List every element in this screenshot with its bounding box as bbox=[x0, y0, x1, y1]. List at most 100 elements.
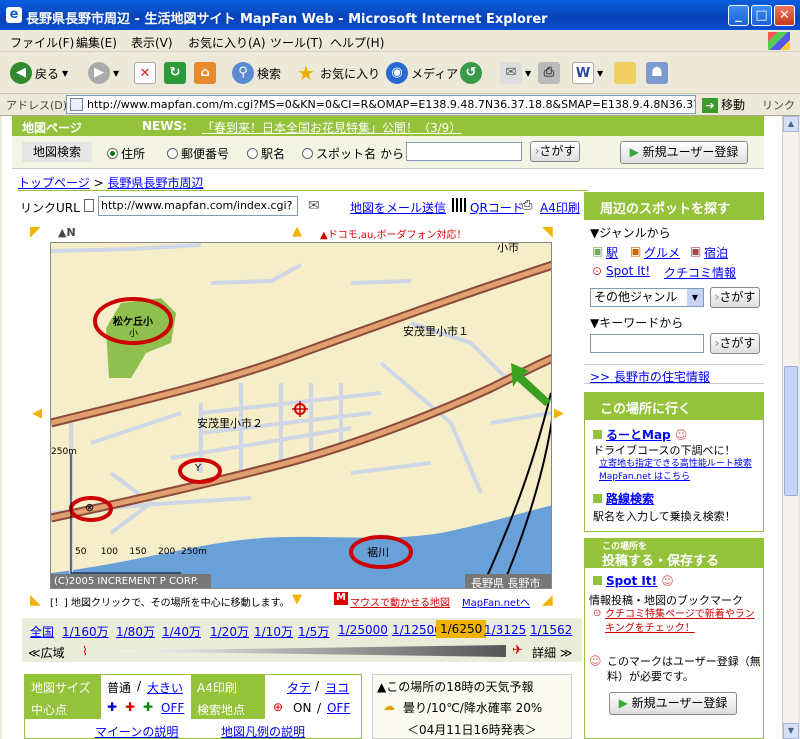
map-hint: [！] 地図クリックで、その場所を中心に移動します。 bbox=[50, 598, 290, 609]
favorites-button[interactable]: ★ お気に入り bbox=[295, 60, 380, 86]
center-red-icon[interactable]: ✚ bbox=[125, 700, 135, 714]
scale-option[interactable]: 1/80万 bbox=[116, 623, 155, 640]
forward-button[interactable]: ▶ ▼ bbox=[88, 60, 119, 86]
footer-link-1[interactable]: マイーンの説明 bbox=[95, 723, 178, 739]
document-icon bbox=[84, 199, 94, 212]
search-point-icon: ⊕ bbox=[273, 700, 284, 714]
zoom-detail-label[interactable]: 詳細 ≫ bbox=[532, 644, 572, 661]
center-green-icon[interactable]: ✚ bbox=[143, 700, 153, 714]
menu-favorites[interactable]: お気に入り(A) bbox=[188, 34, 266, 51]
print-button[interactable]: ⎙ bbox=[538, 60, 560, 86]
refresh-button[interactable]: ↻ bbox=[164, 60, 186, 86]
address-input[interactable]: http://www.mapfan.com/m.cgi?MS=0&KN=0&CI… bbox=[66, 95, 696, 114]
scale-option[interactable]: 1/25000 bbox=[338, 623, 388, 637]
scale-option[interactable]: 1/10万 bbox=[254, 623, 293, 640]
menu-view[interactable]: 表示(V) bbox=[131, 34, 173, 51]
station-link[interactable]: 駅 bbox=[606, 244, 618, 261]
pan-west-arrow[interactable]: ◀ bbox=[32, 406, 42, 421]
search-button[interactable]: ⚲ 検索 bbox=[232, 60, 281, 86]
menu-tools[interactable]: ツール(T) bbox=[270, 34, 323, 51]
keyword-label: ▼キーワードから bbox=[590, 316, 684, 330]
genre-label: ▼ジャンルから bbox=[590, 226, 671, 240]
pan-north-arrow[interactable]: ▲ bbox=[292, 224, 302, 239]
search-point-off-link[interactable]: OFF bbox=[327, 701, 350, 715]
zoom-wide-label[interactable]: ≪広域 bbox=[28, 644, 65, 661]
zoom-slider[interactable] bbox=[102, 645, 506, 657]
radio-station[interactable]: 駅名 bbox=[247, 145, 285, 162]
search-input[interactable] bbox=[406, 142, 522, 161]
gourmet-link[interactable]: グルメ bbox=[644, 244, 680, 261]
home-button[interactable]: ⌂ bbox=[194, 60, 216, 86]
link-url-row: リンクURL http://www.mapfan.com/index.cgi? … bbox=[18, 196, 584, 218]
stop-button[interactable]: ✕ bbox=[134, 60, 156, 86]
discuss-button[interactable] bbox=[614, 60, 636, 86]
scale-option[interactable]: 1/20万 bbox=[210, 623, 249, 640]
scroll-down-icon[interactable]: ▼ bbox=[783, 723, 799, 739]
mail-button[interactable]: ✉ ▼ bbox=[500, 60, 531, 86]
mouse-map-link[interactable]: マウスで動かせる地図 bbox=[350, 594, 450, 609]
search-submit-button[interactable]: ›さがす bbox=[530, 141, 580, 162]
menu-help[interactable]: ヘルプ(H) bbox=[330, 34, 384, 51]
pan-south-arrow[interactable]: ▼ bbox=[292, 592, 302, 607]
back-button[interactable]: ◀ 戻る ▼ bbox=[10, 60, 68, 86]
breadcrumb-current[interactable]: 長野県長野市周辺 bbox=[107, 176, 203, 190]
register-button[interactable]: ▶ 新規ユーザー登録 bbox=[620, 141, 748, 164]
map-canvas[interactable]: 松ケ丘小 小 安茂里小市１ 安茂里小市２ 小市 Y ⊗ 裾川 250m 50 1… bbox=[50, 242, 552, 589]
station-icon: ▣ bbox=[592, 244, 604, 258]
radio-address[interactable]: 住所 bbox=[107, 145, 145, 162]
keyword-search-button[interactable]: ›さがす bbox=[710, 333, 760, 354]
genre-search-button[interactable]: ›さがす bbox=[710, 287, 760, 308]
scale-option[interactable]: 1/3125 bbox=[484, 623, 526, 637]
radio-spot[interactable]: スポット名 bbox=[302, 145, 376, 162]
link-url-input[interactable]: http://www.mapfan.com/index.cgi? bbox=[98, 196, 298, 216]
breadcrumb-top[interactable]: トップページ bbox=[18, 176, 90, 190]
print-a4-link[interactable]: A4印刷 bbox=[540, 199, 580, 216]
pan-east-arrow[interactable]: ▶ bbox=[554, 406, 564, 421]
a4-portrait-link[interactable]: タテ bbox=[287, 679, 311, 696]
news-link[interactable]: 「春到来！日本全国お花見特集」公開！（3/9） bbox=[202, 119, 461, 136]
spot-it-link[interactable]: Spot It! bbox=[606, 264, 650, 278]
scale-option[interactable]: 全国 bbox=[30, 623, 54, 640]
scroll-thumb[interactable] bbox=[784, 366, 798, 496]
mail-map-link[interactable]: 地図をメール送信 bbox=[350, 199, 446, 216]
scale-option[interactable]: 1/5万 bbox=[298, 623, 329, 640]
scale-option[interactable]: 1/160万 bbox=[62, 623, 109, 640]
messenger-button[interactable]: ☗ bbox=[646, 60, 668, 86]
pan-southwest-arrow[interactable]: ◣ bbox=[30, 592, 41, 608]
maximize-button[interactable]: □ bbox=[751, 5, 772, 26]
qr-link[interactable]: QRコード bbox=[470, 199, 524, 216]
lodging-link[interactable]: 宿泊 bbox=[704, 244, 728, 261]
genre-select[interactable]: その他ジャンル ▼ bbox=[590, 288, 704, 307]
close-button[interactable]: ✕ bbox=[774, 5, 795, 26]
route-link[interactable]: 立寄地も指定できる高性能ルート検索 MapFan.net はこちら bbox=[599, 458, 759, 484]
center-off-link[interactable]: OFF bbox=[161, 701, 184, 715]
housing-link[interactable]: >> 長野市の住宅情報 bbox=[590, 368, 710, 385]
go-button[interactable]: ➔ 移動 bbox=[702, 96, 745, 113]
keyword-input[interactable] bbox=[590, 334, 704, 353]
media-button[interactable]: ◉ メディア bbox=[386, 60, 458, 86]
sidebar-register-button[interactable]: ▶ 新規ユーザー登録 bbox=[609, 692, 737, 715]
vertical-scrollbar[interactable]: ▲ ▼ bbox=[782, 116, 799, 739]
scale-option[interactable]: 1/40万 bbox=[162, 623, 201, 640]
pan-southeast-arrow[interactable]: ◢ bbox=[542, 592, 553, 608]
edit-button[interactable]: W ▼ bbox=[572, 60, 603, 86]
kuchikomi-link[interactable]: クチコミ情報 bbox=[664, 264, 736, 281]
a4-landscape-link[interactable]: ヨコ bbox=[325, 679, 349, 696]
scale-option[interactable]: 1/12500 bbox=[392, 623, 442, 637]
scroll-up-icon[interactable]: ▲ bbox=[783, 116, 799, 132]
menu-edit[interactable]: 編集(E) bbox=[76, 34, 117, 51]
radio-postal[interactable]: 郵便番号 bbox=[167, 145, 229, 162]
mapfan-net-link[interactable]: MapFan.netへ bbox=[462, 594, 530, 609]
menu-file[interactable]: ファイル(F) bbox=[10, 34, 74, 51]
post-link[interactable]: クチコミ特集ページで新着やランキングをチェック！ bbox=[605, 608, 755, 636]
scale-selected[interactable]: 1/6250 bbox=[436, 620, 487, 638]
links-label[interactable]: リンク bbox=[762, 97, 795, 113]
size-large-link[interactable]: 大きい bbox=[147, 679, 183, 696]
history-button[interactable]: ↺ bbox=[460, 60, 482, 86]
footer-link-2[interactable]: 地図凡例の説明 bbox=[221, 723, 305, 739]
scale-option[interactable]: 1/1562 bbox=[530, 623, 572, 637]
pan-northwest-arrow[interactable]: ◤ bbox=[30, 224, 41, 240]
pan-northeast-arrow[interactable]: ◥ bbox=[542, 224, 553, 240]
minimize-button[interactable]: _ bbox=[728, 5, 749, 26]
center-blue-icon[interactable]: ✚ bbox=[107, 700, 117, 714]
